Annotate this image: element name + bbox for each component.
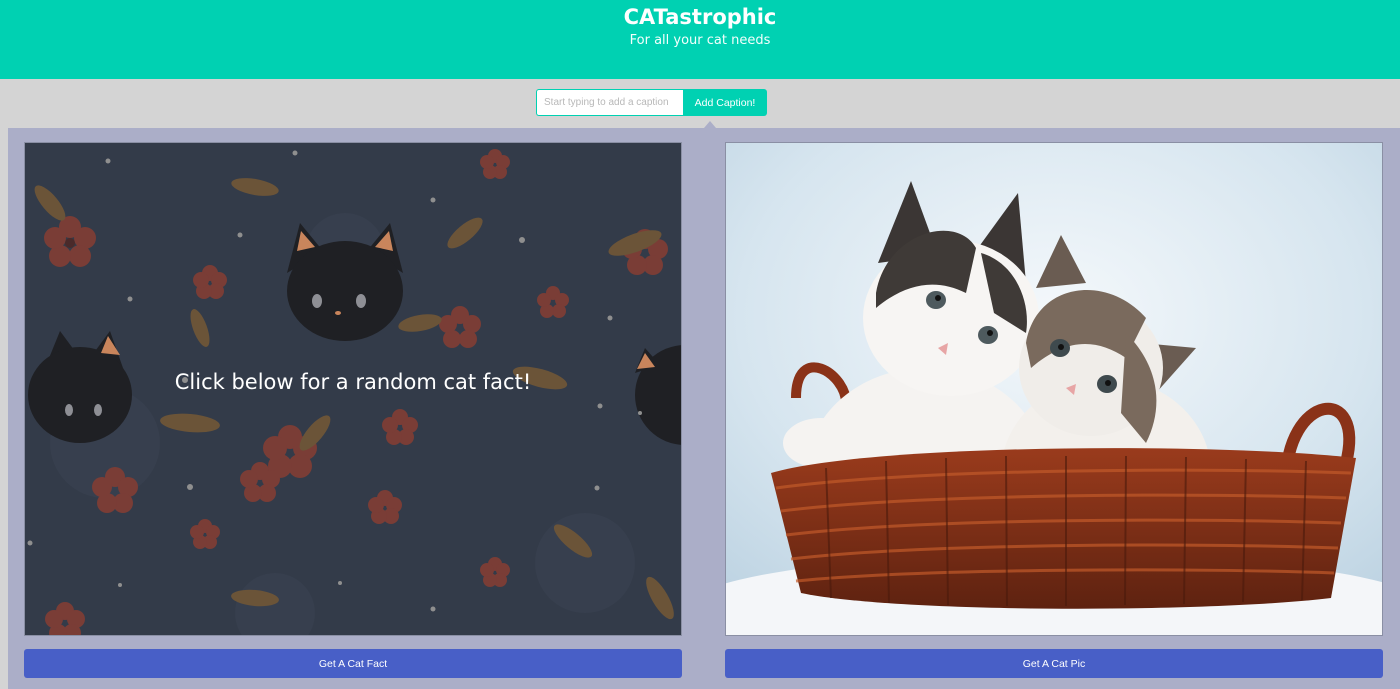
get-cat-fact-button[interactable]: Get A Cat Fact bbox=[24, 649, 682, 678]
site-title: CATastrophic bbox=[623, 5, 777, 29]
panel-pointer bbox=[704, 121, 716, 128]
site-header: CATastrophic For all your cat needs bbox=[0, 0, 1400, 79]
add-caption-button[interactable]: Add Caption! bbox=[683, 89, 767, 116]
get-cat-pic-button[interactable]: Get A Cat Pic bbox=[725, 649, 1383, 678]
content-panel: Click below for a random cat fact! Get A… bbox=[8, 128, 1400, 689]
cat-pic-card bbox=[725, 142, 1383, 636]
cat-fact-card: Click below for a random cat fact! bbox=[24, 142, 682, 636]
cat-photo bbox=[726, 143, 1382, 635]
caption-bar: Add Caption! bbox=[536, 89, 767, 116]
wicker-basket bbox=[771, 448, 1356, 609]
cat-fact-text: Click below for a random cat fact! bbox=[174, 370, 532, 394]
site-subtitle: For all your cat needs bbox=[629, 33, 771, 48]
caption-input[interactable] bbox=[536, 89, 683, 116]
